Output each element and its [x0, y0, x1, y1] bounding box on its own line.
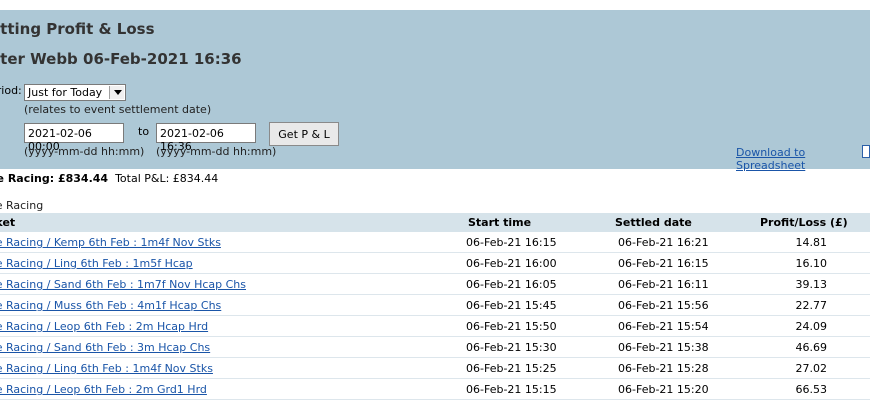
- settled-date-cell: 06-Feb-21 16:11: [618, 278, 709, 291]
- start-time-cell: 06-Feb-21 15:15: [466, 383, 557, 396]
- profit-loss-cell: 14.81: [795, 236, 828, 249]
- to-label: to: [138, 125, 150, 138]
- page: etting Profit & Loss eter Webb 06-Feb-20…: [0, 0, 870, 402]
- profit-loss-cell: 46.69: [795, 341, 828, 354]
- market-link[interactable]: se Racing / Muss 6th Feb : 4m1f Hcap Chs: [0, 299, 221, 312]
- settled-date-cell: 06-Feb-21 15:56: [618, 299, 709, 312]
- to-date-input[interactable]: 2021-02-06 16:36: [156, 123, 256, 153]
- section-label: se Racing: [0, 199, 44, 212]
- market-link[interactable]: se Racing / Kemp 6th Feb : 1m4f Nov Stks: [0, 236, 221, 249]
- start-time-cell: 06-Feb-21 16:00: [466, 257, 557, 270]
- table-row: se Racing / Kemp 6th Feb : 1m4f Nov Stks…: [0, 232, 870, 253]
- market-link[interactable]: se Racing / Sand 6th Feb : 3m Hcap Chs: [0, 341, 210, 354]
- pl-summary: se Racing: £834.44 Total P&L: £834.44: [0, 172, 218, 185]
- settled-date-cell: 06-Feb-21 15:38: [618, 341, 709, 354]
- settled-date-cell: 06-Feb-21 15:28: [618, 362, 709, 375]
- page-subtitle: eter Webb 06-Feb-2021 16:36: [0, 50, 242, 68]
- start-time-cell: 06-Feb-21 15:50: [466, 320, 557, 333]
- start-time-cell: 06-Feb-21 16:15: [466, 236, 557, 249]
- get-pl-button[interactable]: Get P & L: [269, 122, 339, 146]
- category-total: se Racing: £834.44: [0, 172, 109, 185]
- period-select[interactable]: Just for Today: [24, 84, 126, 101]
- market-link[interactable]: se Racing / Ling 6th Feb : 1m5f Hcap: [0, 257, 193, 270]
- period-label: eriod:: [0, 84, 22, 97]
- header-profit-loss[interactable]: Profit/Loss (£): [760, 216, 848, 229]
- settled-date-cell: 06-Feb-21 16:15: [618, 257, 709, 270]
- header-settled-date[interactable]: Settled date: [615, 216, 692, 229]
- market-link[interactable]: se Racing / Sand 6th Feb : 1m7f Nov Hcap…: [0, 278, 246, 291]
- profit-loss-cell: 39.13: [795, 278, 828, 291]
- start-time-cell: 06-Feb-21 15:30: [466, 341, 557, 354]
- profit-loss-cell: 66.53: [795, 383, 828, 396]
- table-row: se Racing / Muss 6th Feb : 4m1f Hcap Chs…: [0, 295, 870, 316]
- chevron-down-icon[interactable]: [109, 86, 124, 99]
- table-row: se Racing / Leop 6th Feb : 2m Hcap Hrd 0…: [0, 316, 870, 337]
- period-note: (relates to event settlement date): [24, 103, 212, 116]
- spreadsheet-icon[interactable]: [862, 145, 870, 158]
- header-market[interactable]: rket: [0, 216, 15, 229]
- market-link[interactable]: se Racing / Leop 6th Feb : 2m Hcap Hrd: [0, 320, 208, 333]
- from-format-hint: (yyyy-mm-dd hh:mm): [24, 145, 145, 158]
- settled-date-cell: 06-Feb-21 15:20: [618, 383, 709, 396]
- market-link[interactable]: se Racing / Ling 6th Feb : 1m4f Nov Stks: [0, 362, 213, 375]
- page-title: etting Profit & Loss: [0, 20, 155, 38]
- period-select-value: Just for Today: [28, 86, 103, 99]
- table-row: se Racing / Sand 6th Feb : 3m Hcap Chs 0…: [0, 337, 870, 358]
- profit-loss-cell: 27.02: [795, 362, 828, 375]
- from-date-input[interactable]: 2021-02-06 00:00: [24, 123, 124, 153]
- settled-date-cell: 06-Feb-21 15:54: [618, 320, 709, 333]
- profit-loss-cell: 24.09: [795, 320, 828, 333]
- table-row: se Racing / Ling 6th Feb : 1m4f Nov Stks…: [0, 358, 870, 379]
- market-link[interactable]: se Racing / Leop 6th Feb : 2m Grd1 Hrd: [0, 383, 207, 396]
- start-time-cell: 06-Feb-21 15:45: [466, 299, 557, 312]
- start-time-cell: 06-Feb-21 16:05: [466, 278, 557, 291]
- table-header: rket Start time Settled date Profit/Loss…: [0, 213, 870, 232]
- settled-date-cell: 06-Feb-21 16:21: [618, 236, 709, 249]
- to-format-hint: (yyyy-mm-dd hh:mm): [156, 145, 277, 158]
- table-row: se Racing / Sand 6th Feb : 1m7f Nov Hcap…: [0, 274, 870, 295]
- download-spreadsheet-link[interactable]: Download to Spreadsheet: [736, 146, 870, 172]
- overall-total: Total P&L: £834.44: [115, 172, 219, 185]
- profit-loss-cell: 22.77: [795, 299, 828, 312]
- header-start-time[interactable]: Start time: [468, 216, 531, 229]
- profit-loss-cell: 16.10: [795, 257, 828, 270]
- start-time-cell: 06-Feb-21 15:25: [466, 362, 557, 375]
- table-row: se Racing / Leop 6th Feb : 2m Grd1 Hrd 0…: [0, 379, 870, 400]
- table-row: se Racing / Ling 6th Feb : 1m5f Hcap 06-…: [0, 253, 870, 274]
